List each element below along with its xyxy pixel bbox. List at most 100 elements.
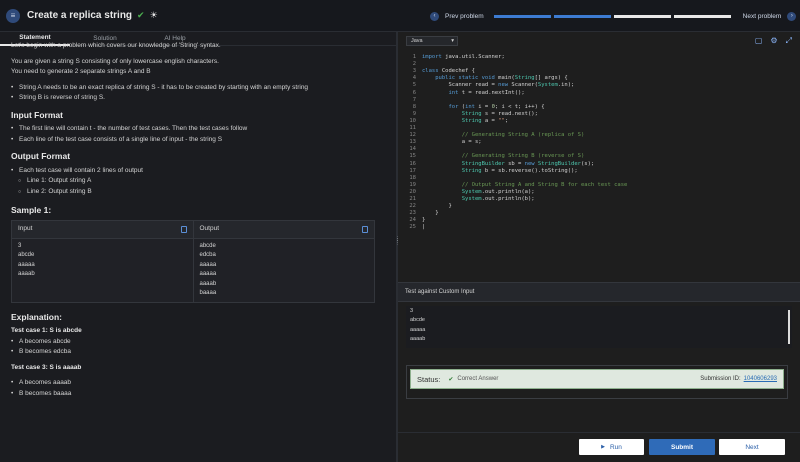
- prev-problem-link[interactable]: Prev problem: [445, 13, 484, 20]
- line-number: 9: [412, 110, 416, 117]
- code-line: System.out.println(a);: [461, 188, 535, 195]
- custom-input-line: aaaaa: [410, 326, 426, 333]
- run-label: Run: [609, 443, 622, 451]
- problem-navigation: ‹ Prev problem Next problem ›: [430, 9, 798, 23]
- custom-input-label: Test against Custom Input: [405, 289, 475, 295]
- sample-input-values: 3 abcde aaaaa aaaab: [12, 239, 193, 283]
- submit-button[interactable]: Submit: [649, 439, 715, 455]
- progress-segment: [613, 14, 671, 18]
- code-line: StringBuilder sb = new StringBuilder(s);: [461, 160, 595, 167]
- code-line: int t = read.nextInt();: [448, 89, 525, 96]
- custom-input-header[interactable]: Test against Custom Input: [398, 282, 800, 302]
- explanation-item: B becomes baaaa: [11, 389, 385, 400]
- explanation-item: A becomes aaaab: [11, 378, 385, 389]
- sample-value: aaaab: [18, 271, 35, 277]
- progress-bar: [493, 14, 731, 18]
- status-result: Correct Answer: [457, 376, 499, 382]
- code-line: public static void main(String[] args) {: [435, 75, 568, 82]
- code-line: // Generating String B (reverse of S): [461, 153, 585, 160]
- code-line: String b = sb.reverse().toString();: [461, 167, 578, 174]
- sample-heading: Sample 1:: [11, 205, 52, 215]
- submission-id-label: Submission ID:: [700, 376, 741, 382]
- output-format-subitem: Line 2: Output string B: [11, 187, 385, 198]
- gear-icon[interactable]: ⚙: [770, 36, 777, 46]
- prev-arrow-icon[interactable]: ‹: [430, 11, 439, 21]
- line-number: 11: [409, 125, 416, 131]
- check-icon: ✔: [448, 376, 454, 383]
- explanation-case: Test case 3: S is aaaab: [11, 363, 82, 371]
- line-number: 1: [412, 54, 416, 60]
- code-line: a = s;: [422, 139, 482, 146]
- line-number: 7: [412, 96, 416, 103]
- sample-input-column: Input 3 abcde aaaaa aaaab: [12, 220, 193, 302]
- theme-toggle-icon[interactable]: ☀: [150, 10, 158, 21]
- submission-id-link[interactable]: 1040606293: [744, 376, 777, 382]
- line-number: 16: [409, 160, 416, 167]
- sample-table: Input 3 abcde aaaaa aaaab Output abcde e…: [11, 219, 375, 303]
- code-line: // Generating String A (replica of S): [461, 132, 585, 139]
- result-panel: Status: ✔ Correct Answer Submission ID: …: [406, 365, 788, 399]
- explanation-item: A becomes abcde: [11, 337, 385, 348]
- next-problem-link[interactable]: Next problem: [743, 13, 782, 20]
- resize-handle-icon[interactable]: ⋮ ⋮ ⋮: [395, 237, 400, 252]
- status-banner: Status: ✔ Correct Answer Submission ID: …: [410, 369, 784, 389]
- explanation-heading: Explanation:: [11, 311, 63, 322]
- code-line: |: [422, 224, 426, 231]
- sample-value: aaaab: [199, 280, 217, 287]
- chevron-down-icon: ▾: [451, 38, 454, 44]
- copy-icon[interactable]: [180, 225, 187, 233]
- language-select[interactable]: Java ▾: [406, 36, 458, 46]
- sample-output-column: Output abcde edcba aaaaa aaaaa aaaab baa…: [192, 220, 374, 302]
- editor-panel: Java ▾ ▢ ⚙ ⤢ 1 2 3 4 5 6 7 8 9 10 11 12 13 14 15 16 17 18 1…: [398, 32, 800, 462]
- sample-value: 3: [18, 242, 22, 249]
- code-line: System.out.println(b);: [461, 196, 535, 202]
- intro-text: Let's begin with a problem which covers …: [11, 42, 221, 49]
- statement-bullet: String A needs to be an exact replica of…: [11, 83, 385, 94]
- line-number: 20: [409, 188, 416, 195]
- copy-icon[interactable]: [362, 225, 368, 233]
- line-number: 24: [409, 217, 416, 224]
- line-number: 18: [409, 174, 416, 181]
- custom-input-line: aaaab: [410, 335, 426, 342]
- next-arrow-icon[interactable]: ›: [787, 11, 797, 21]
- scrollbar[interactable]: [788, 310, 790, 344]
- sample-value: aaaaa: [199, 271, 217, 277]
- sample-value: abcde: [18, 252, 35, 258]
- code-line: // Output String A and String B for each…: [461, 181, 628, 188]
- progress-segment: [493, 14, 551, 18]
- statement-p2: You need to generate 2 separate strings …: [11, 68, 151, 75]
- explanation-case: Test case 1: S is abcde: [11, 327, 82, 334]
- code-line: class Codechef {: [422, 68, 475, 75]
- code-line: }: [422, 217, 426, 224]
- custom-input-field[interactable]: 3 abcde aaaaa aaaab: [406, 306, 792, 348]
- feedback-icon[interactable]: ▢: [755, 36, 763, 46]
- next-button[interactable]: Next: [719, 439, 785, 455]
- run-button[interactable]: ▶ Run: [579, 439, 644, 455]
- problem-title: Create a replica string: [27, 10, 133, 21]
- sample-input-label: Input: [18, 224, 33, 232]
- line-number: 13: [409, 139, 416, 146]
- code-line: import java.util.Scanner;: [422, 54, 505, 60]
- output-format-subitem: Line 1: Output string A: [11, 176, 385, 187]
- statement-p1: You are given a string S consisting of o…: [11, 57, 219, 65]
- line-number: 14: [409, 146, 416, 153]
- play-icon: ▶: [601, 444, 605, 450]
- sample-value: abcde: [199, 242, 216, 249]
- line-number: 8: [412, 103, 416, 110]
- line-number: 23: [409, 210, 416, 217]
- line-number: 19: [409, 181, 416, 188]
- line-number: 3: [412, 68, 416, 75]
- action-bar: ▶ Run Submit Next: [398, 432, 800, 462]
- fullscreen-icon[interactable]: ⤢: [786, 36, 792, 46]
- sample-value: baaaa: [199, 290, 217, 296]
- line-number: 17: [409, 167, 416, 174]
- code-editor[interactable]: 1 2 3 4 5 6 7 8 9 10 11 12 13 14 15 16 17 18 19 20 21 22 23 24 2…: [398, 54, 800, 311]
- sample-output-label: Output: [199, 224, 220, 232]
- status-label: Status:: [417, 374, 441, 384]
- sample-value: aaaaa: [199, 261, 217, 268]
- menu-icon[interactable]: ≡: [6, 8, 20, 23]
